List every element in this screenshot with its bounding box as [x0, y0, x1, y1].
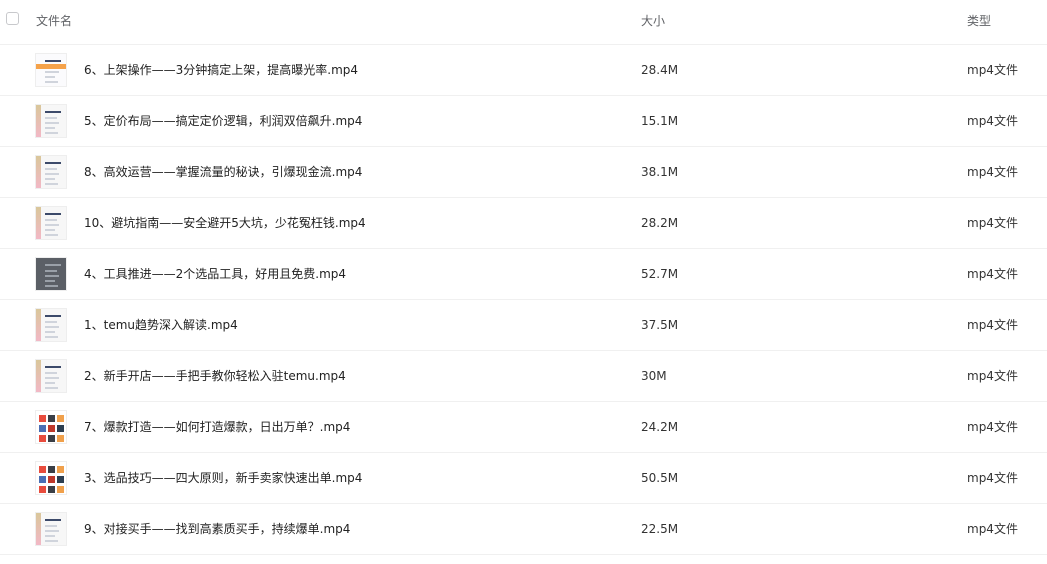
table-row[interactable]: 4、工具推进——2个选品工具，好用且免费.mp4 52.7M mp4文件	[0, 249, 1047, 300]
video-thumbnail[interactable]	[35, 359, 67, 393]
table-row[interactable]: 6、上架操作——3分钟搞定上架，提高曝光率.mp4 28.4M mp4文件	[0, 45, 1047, 96]
file-type: mp4文件	[967, 369, 1018, 383]
file-name[interactable]: 8、高效运营——掌握流量的秘诀，引爆现金流.mp4	[84, 164, 362, 180]
column-header-type[interactable]: 类型	[967, 13, 991, 29]
video-thumbnail[interactable]	[35, 53, 67, 87]
table-row[interactable]: 3、选品技巧——四大原则，新手卖家快速出单.mp4 50.5M mp4文件	[0, 453, 1047, 504]
video-thumbnail[interactable]	[35, 512, 67, 546]
table-row[interactable]: 10、避坑指南——安全避开5大坑，少花冤枉钱.mp4 28.2M mp4文件	[0, 198, 1047, 249]
table-row[interactable]: 1、temu趋势深入解读.mp4 37.5M mp4文件	[0, 300, 1047, 351]
video-thumbnail[interactable]	[35, 257, 67, 291]
table-row[interactable]: 9、对接买手——找到高素质买手，持续爆单.mp4 22.5M mp4文件	[0, 504, 1047, 555]
file-type: mp4文件	[967, 63, 1018, 77]
select-all-checkbox[interactable]	[6, 12, 19, 25]
file-size: 52.7M	[641, 267, 679, 281]
video-thumbnail[interactable]	[35, 410, 67, 444]
file-size: 22.5M	[641, 522, 679, 536]
column-header-name[interactable]: 文件名	[36, 13, 72, 29]
file-name[interactable]: 9、对接买手——找到高素质买手，持续爆单.mp4	[84, 521, 350, 537]
column-header-size[interactable]: 大小	[641, 13, 665, 29]
table-row[interactable]: 8、高效运营——掌握流量的秘诀，引爆现金流.mp4 38.1M mp4文件	[0, 147, 1047, 198]
file-rows: 6、上架操作——3分钟搞定上架，提高曝光率.mp4 28.4M mp4文件 5、定价布…	[0, 45, 1047, 555]
video-thumbnail[interactable]	[35, 155, 67, 189]
video-thumbnail[interactable]	[35, 206, 67, 240]
file-type: mp4文件	[967, 165, 1018, 179]
file-name[interactable]: 10、避坑指南——安全避开5大坑，少花冤枉钱.mp4	[84, 215, 366, 231]
file-name[interactable]: 2、新手开店——手把手教你轻松入驻temu.mp4	[84, 368, 346, 384]
file-size: 24.2M	[641, 420, 679, 434]
file-name[interactable]: 1、temu趋势深入解读.mp4	[84, 317, 238, 333]
table-row[interactable]: 7、爆款打造——如何打造爆款，日出万单？.mp4 24.2M mp4文件	[0, 402, 1047, 453]
video-thumbnail[interactable]	[35, 104, 67, 138]
file-type: mp4文件	[967, 114, 1018, 128]
file-size: 28.4M	[641, 63, 679, 77]
file-size: 15.1M	[641, 114, 679, 128]
file-size: 30M	[641, 369, 667, 383]
file-type: mp4文件	[967, 522, 1018, 536]
video-thumbnail[interactable]	[35, 308, 67, 342]
file-name[interactable]: 6、上架操作——3分钟搞定上架，提高曝光率.mp4	[84, 62, 358, 78]
file-type: mp4文件	[967, 267, 1018, 281]
file-name[interactable]: 3、选品技巧——四大原则，新手卖家快速出单.mp4	[84, 470, 362, 486]
table-header: 文件名 大小 类型	[0, 0, 1047, 45]
file-size: 28.2M	[641, 216, 679, 230]
file-size: 38.1M	[641, 165, 679, 179]
file-size: 37.5M	[641, 318, 679, 332]
file-list-table: 文件名 大小 类型 6、上架操作——3分钟搞定上架，提高曝光率.mp4 28.4M…	[0, 0, 1047, 564]
table-row[interactable]: 5、定价布局——搞定定价逻辑，利润双倍飙升.mp4 15.1M mp4文件	[0, 96, 1047, 147]
file-type: mp4文件	[967, 318, 1018, 332]
file-type: mp4文件	[967, 216, 1018, 230]
video-thumbnail[interactable]	[35, 461, 67, 495]
file-name[interactable]: 4、工具推进——2个选品工具，好用且免费.mp4	[84, 266, 346, 282]
file-name[interactable]: 5、定价布局——搞定定价逻辑，利润双倍飙升.mp4	[84, 113, 362, 129]
table-row[interactable]: 2、新手开店——手把手教你轻松入驻temu.mp4 30M mp4文件	[0, 351, 1047, 402]
file-size: 50.5M	[641, 471, 679, 485]
file-type: mp4文件	[967, 420, 1018, 434]
file-name[interactable]: 7、爆款打造——如何打造爆款，日出万单？.mp4	[84, 419, 350, 435]
file-type: mp4文件	[967, 471, 1018, 485]
